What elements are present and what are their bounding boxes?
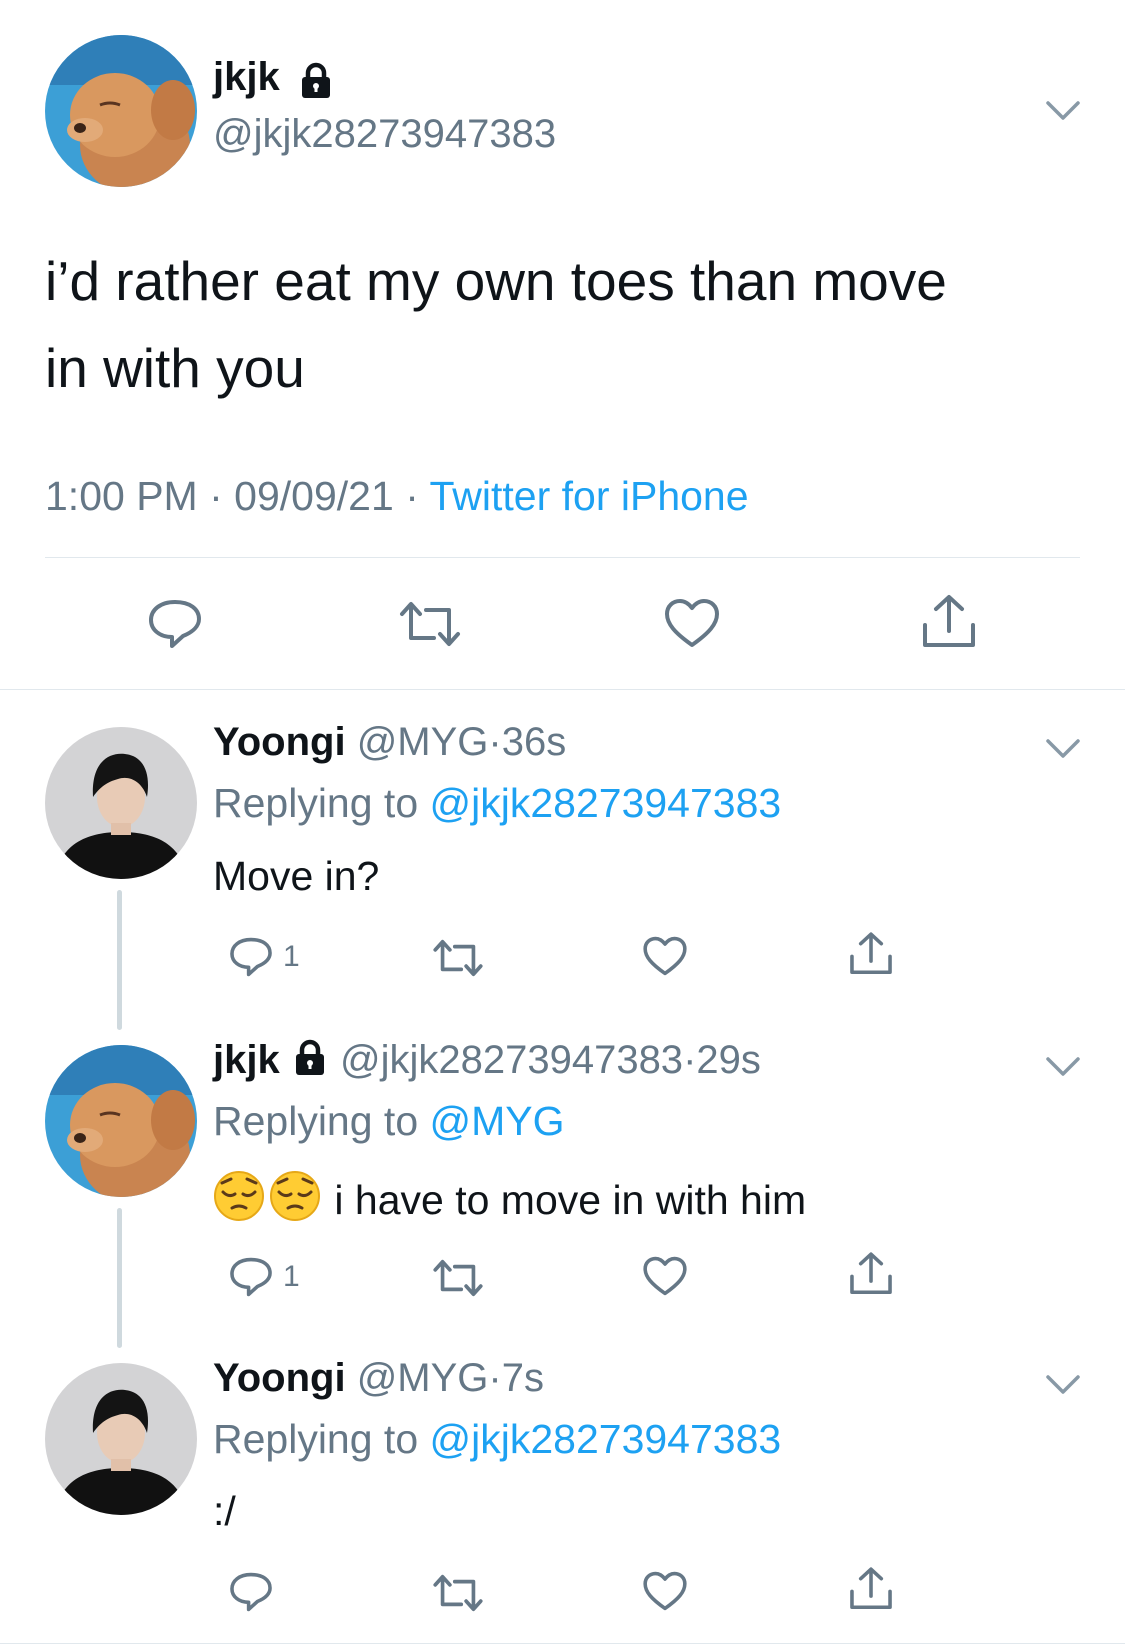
retweet-icon[interactable] xyxy=(432,938,484,978)
avatar-jkjk[interactable] xyxy=(45,1045,197,1197)
replying-to-link[interactable]: @MYG xyxy=(430,1098,565,1144)
share-icon[interactable] xyxy=(848,1565,894,1613)
reply-icon[interactable] xyxy=(146,597,204,651)
reply-author-name[interactable]: Yoongi xyxy=(213,1356,346,1400)
lock-icon xyxy=(297,62,335,105)
meta-separator: · xyxy=(209,473,223,519)
share-icon[interactable] xyxy=(848,930,894,978)
avatar-yoongi[interactable] xyxy=(45,1363,197,1515)
retweet-icon[interactable] xyxy=(432,1573,484,1613)
divider xyxy=(45,557,1080,558)
reply-author-handle[interactable]: @jkjk28273947383 xyxy=(340,1038,683,1082)
meta-separator: · xyxy=(488,720,502,764)
reply-icon[interactable] xyxy=(228,1255,274,1299)
replying-to: Replying to @jkjk28273947383 xyxy=(213,1416,781,1463)
reply-icon[interactable] xyxy=(228,935,274,979)
replying-to-link[interactable]: @jkjk28273947383 xyxy=(430,780,782,826)
reply-text: i have to move in with him xyxy=(213,1170,806,1232)
meta-separator: · xyxy=(683,1038,697,1082)
reply-author-handle[interactable]: @MYG xyxy=(357,1356,489,1400)
chevron-down-icon[interactable] xyxy=(1045,1374,1081,1401)
tweet-date: 09/09/21 xyxy=(234,473,394,519)
share-icon[interactable] xyxy=(920,593,978,651)
share-icon[interactable] xyxy=(848,1250,894,1298)
divider xyxy=(0,1643,1125,1644)
reply-age: 36s xyxy=(501,720,567,764)
tweet-text-line-1: i’d rather eat my own toes than move xyxy=(45,250,947,312)
thread-line xyxy=(117,1208,122,1348)
reply-text: Move in? xyxy=(213,853,380,899)
author-name[interactable]: jkjk xyxy=(213,55,280,100)
replying-to-link[interactable]: @jkjk28273947383 xyxy=(430,1416,782,1462)
replying-to-label: Replying to xyxy=(213,1416,419,1462)
tweet-time: 1:00 PM xyxy=(45,473,198,519)
retweet-icon[interactable] xyxy=(398,600,462,648)
avatar-yoongi[interactable] xyxy=(45,727,197,879)
reply-header: Yoongi @MYG·36s xyxy=(213,720,566,765)
reply-text-body: i have to move in with him xyxy=(334,1177,807,1223)
replying-to: Replying to @MYG xyxy=(213,1098,565,1145)
reply-age: 7s xyxy=(501,1356,544,1400)
tweet-meta: 1:00 PM · 09/09/21 · Twitter for iPhone xyxy=(45,473,749,520)
replying-to-label: Replying to xyxy=(213,1098,419,1144)
lock-icon xyxy=(291,1039,329,1087)
reply-header: Yoongi @MYG·7s xyxy=(213,1356,544,1401)
retweet-icon[interactable] xyxy=(432,1258,484,1298)
like-icon[interactable] xyxy=(642,935,688,977)
replying-to: Replying to @jkjk28273947383 xyxy=(213,780,781,827)
tweet-source-link[interactable]: Twitter for iPhone xyxy=(430,473,749,519)
chevron-down-icon[interactable] xyxy=(1045,738,1081,765)
like-icon[interactable] xyxy=(642,1570,688,1612)
like-icon[interactable] xyxy=(642,1255,688,1297)
reply-age: 29s xyxy=(696,1038,761,1082)
author-handle[interactable]: @jkjk28273947383 xyxy=(213,112,556,157)
tweet-text: i’d rather eat my own toes than move in … xyxy=(45,238,947,412)
chevron-down-icon[interactable] xyxy=(1045,1056,1081,1083)
reply-count: 1 xyxy=(283,940,300,973)
replying-to-label: Replying to xyxy=(213,780,419,826)
meta-separator: · xyxy=(488,1356,502,1400)
reply-icon[interactable] xyxy=(228,1570,274,1614)
reply-author-name[interactable]: Yoongi xyxy=(213,720,346,764)
reply-author-name[interactable]: jkjk xyxy=(213,1038,280,1082)
reply-count: 1 xyxy=(283,1260,300,1293)
reply-header: jkjk @jkjk28273947383·29s xyxy=(213,1038,761,1087)
meta-separator: · xyxy=(405,473,419,519)
thread-line xyxy=(117,890,122,1030)
tweet-text-line-2: in with you xyxy=(45,337,305,399)
reply-author-handle[interactable]: @MYG xyxy=(357,720,489,764)
like-icon[interactable] xyxy=(663,597,721,649)
reply-text: :/ xyxy=(213,1488,236,1534)
divider xyxy=(0,689,1125,690)
chevron-down-icon[interactable] xyxy=(1045,100,1081,127)
avatar-jkjk[interactable] xyxy=(45,35,197,187)
pensive-emoji xyxy=(213,1170,323,1232)
